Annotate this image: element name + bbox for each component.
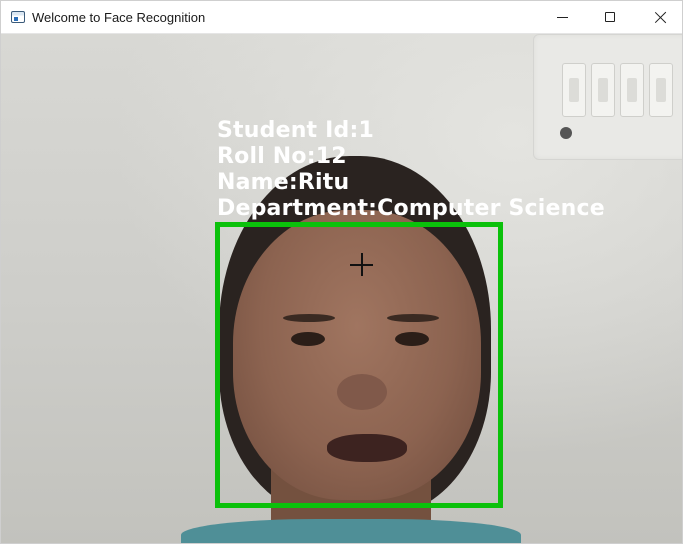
department-label: Department:Computer Science: [217, 196, 605, 221]
minimize-button[interactable]: [539, 1, 585, 33]
title-bar[interactable]: Welcome to Face Recognition: [1, 1, 682, 34]
wall-switch: [649, 63, 673, 117]
wall-switch: [620, 63, 644, 117]
close-button[interactable]: [637, 1, 682, 33]
crosshair-icon: [350, 253, 373, 276]
maximize-icon: [605, 12, 615, 22]
face-recognition-window: Welcome to Face Recognition Student Id:1…: [0, 0, 683, 544]
app-window-icon: [11, 11, 25, 23]
student-id-label: Student Id:1: [217, 118, 374, 143]
camera-feed: Student Id:1 Roll No:12 Name:Ritu Depart…: [1, 34, 682, 543]
minimize-icon: [556, 16, 568, 18]
wall-switch: [591, 63, 615, 117]
wall-switchboard: [533, 34, 682, 160]
window-title: Welcome to Face Recognition: [32, 10, 206, 25]
maximize-button[interactable]: [587, 1, 633, 33]
wall-switch: [562, 63, 586, 117]
person-shirt: [181, 519, 521, 543]
name-label: Name:Ritu: [217, 170, 350, 195]
close-icon: [654, 11, 667, 24]
roll-no-label: Roll No:12: [217, 144, 347, 169]
switch-indicator: [560, 127, 572, 139]
